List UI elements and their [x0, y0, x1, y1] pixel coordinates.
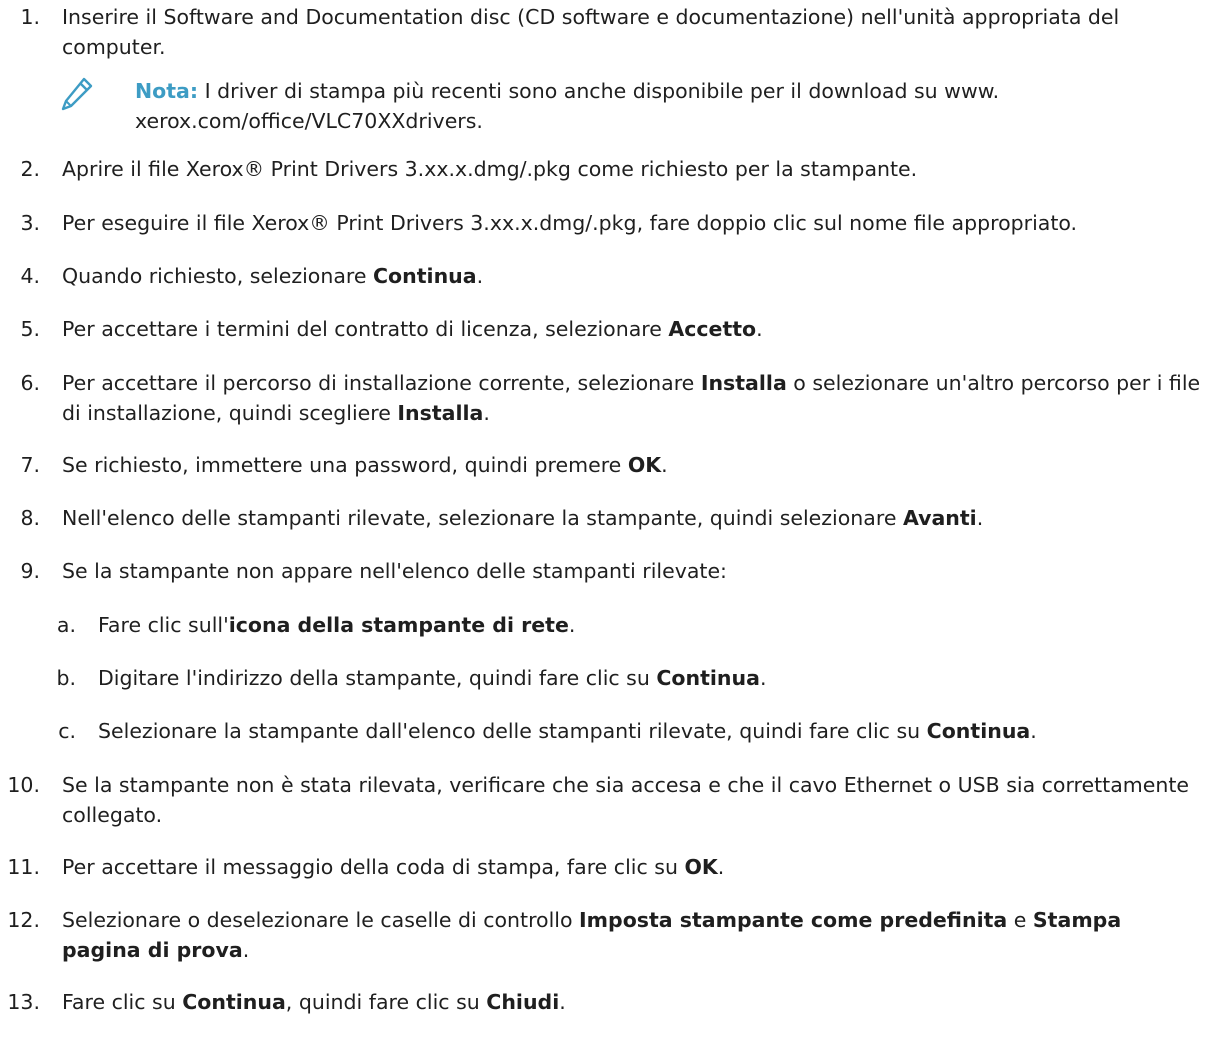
step-number: 8.	[20, 505, 40, 530]
step-text: Per accettare il percorso di installazio…	[62, 370, 1201, 425]
step-text: Selezionare o deselezionare le caselle d…	[62, 907, 1122, 962]
bold-term: Installa	[700, 370, 787, 395]
note-label: Nota:	[135, 79, 199, 104]
step-number: 2.	[20, 157, 40, 182]
substep-text: Fare clic sull'icona della stampante di …	[98, 612, 576, 637]
bold-term: icona della stampante di rete	[228, 612, 569, 637]
note-text: Nota: I driver di stampa più recenti son…	[135, 76, 1195, 136]
substep-text: Digitare l'indirizzo della stampante, qu…	[98, 665, 767, 690]
substep-letter: b.	[56, 665, 76, 690]
bold-term: Continua	[373, 264, 477, 289]
step-number: 1.	[20, 5, 40, 29]
step-number: 4.	[20, 264, 40, 289]
step-text: Se la stampante non è stata rilevata, ve…	[62, 772, 1189, 827]
bold-term: Imposta stampante come predefinita	[579, 907, 1008, 932]
substep-letter: c.	[58, 719, 76, 744]
bold-term: Chiudi	[486, 989, 560, 1014]
pencil-icon	[60, 76, 94, 112]
bold-term: Continua	[926, 719, 1031, 744]
substep-letter: a.	[56, 612, 76, 637]
step-text: Per eseguire il file Xerox® Print Driver…	[62, 210, 1078, 235]
substep-text: Selezionare la stampante dall'elenco del…	[98, 719, 1037, 744]
step-text: Per accettare il messaggio della coda di…	[62, 854, 725, 879]
step-text: Se la stampante non appare nell'elenco d…	[62, 559, 727, 584]
document-page: 1. Inserire il Software and Documentatio…	[0, 0, 1210, 1043]
step-text: Per accettare i termini del contratto di…	[62, 317, 763, 342]
step-text: Nell'elenco delle stampanti rilevate, se…	[62, 505, 984, 530]
step-number: 12.	[7, 907, 40, 932]
bold-term: Installa	[397, 400, 484, 425]
step-text: Aprire il file Xerox® Print Drivers 3.xx…	[62, 157, 918, 182]
step-number: 5.	[20, 317, 40, 342]
note-block: Nota: I driver di stampa più recenti son…	[0, 76, 1200, 140]
step-text: Fare clic su Continua, quindi fare clic …	[62, 989, 566, 1014]
step-text: Se richiesto, immettere una password, qu…	[62, 452, 668, 477]
bold-term: Continua	[656, 665, 760, 690]
step-number: 3.	[20, 210, 40, 235]
bold-term: OK	[627, 452, 662, 477]
bold-term: Accetto	[668, 317, 757, 342]
bold-term: OK	[684, 854, 718, 879]
note-body: I driver di stampa più recenti sono anch…	[135, 79, 1000, 134]
step-number: 11.	[7, 854, 40, 879]
step-number: 9.	[20, 559, 40, 584]
step-number: 13.	[7, 989, 40, 1014]
step-text: Quando richiesto, selezionare Continua.	[62, 264, 484, 289]
step-number: 6.	[20, 370, 40, 395]
step-text: Inserire il Software and Documentation d…	[62, 5, 1120, 59]
bold-term: Avanti	[902, 505, 977, 530]
bold-term: Continua	[182, 989, 286, 1014]
step-number: 7.	[20, 452, 40, 477]
step-number: 10.	[7, 772, 40, 797]
